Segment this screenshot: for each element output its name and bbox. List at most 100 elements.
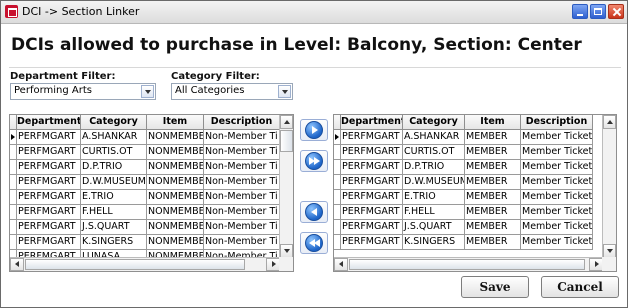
maximize-button[interactable]	[590, 4, 606, 19]
add-all-button[interactable]	[300, 150, 328, 172]
row-header[interactable]	[10, 145, 17, 160]
column-header-description[interactable]: Description	[204, 115, 280, 130]
column-header-category[interactable]: Category	[81, 115, 147, 130]
chevron-down-icon[interactable]	[278, 85, 291, 98]
cell-description[interactable]: Member Ticket	[521, 175, 593, 190]
scroll-right-icon[interactable]	[266, 258, 280, 271]
table-row[interactable]: PERFMGART A.SHANKAR MEMBER Member Ticket	[334, 130, 593, 145]
scroll-up-icon[interactable]	[603, 115, 616, 129]
cell-category[interactable]: J.S.QUART	[403, 220, 465, 235]
cell-category[interactable]: CURTIS.OT	[81, 145, 147, 160]
cell-category[interactable]: CURTIS.OT	[403, 145, 465, 160]
chevron-down-icon[interactable]	[141, 85, 154, 98]
cell-department[interactable]: PERFMGART	[341, 145, 403, 160]
scroll-down-icon[interactable]	[280, 244, 293, 258]
cell-category[interactable]: D.P.TRIO	[403, 160, 465, 175]
cell-department[interactable]: PERFMGART	[17, 130, 81, 145]
cell-description[interactable]: Member Ticket	[521, 160, 593, 175]
cell-item[interactable]: NONMEMBER	[147, 175, 204, 190]
title-bar[interactable]: DCI -> Section Linker	[1, 1, 627, 24]
cell-description[interactable]: Non-Member Ti	[204, 220, 280, 235]
cell-department[interactable]: PERFMGART	[341, 190, 403, 205]
row-header[interactable]	[334, 130, 341, 145]
minimize-button[interactable]	[572, 4, 588, 19]
cell-category[interactable]: A.SHANKAR	[403, 130, 465, 145]
table-row[interactable]: PERFMGARTCURTIS.OTNONMEMBERNon-Member Ti	[10, 145, 280, 160]
cell-description[interactable]: Non-Member Ti	[204, 130, 280, 145]
table-row[interactable]: PERFMGARTA.SHANKARNONMEMBERNon-Member Ti	[10, 130, 280, 145]
horizontal-scrollbar[interactable]	[334, 257, 603, 271]
cell-department[interactable]: PERFMGART	[17, 220, 81, 235]
cell-department[interactable]: PERFMGART	[17, 205, 81, 220]
horizontal-scroll-thumb[interactable]	[25, 259, 245, 270]
scroll-left-icon[interactable]	[334, 258, 348, 271]
row-header[interactable]	[334, 190, 341, 205]
row-header[interactable]	[10, 175, 17, 190]
available-dci-grid[interactable]: Department Category Item Description PER…	[9, 114, 294, 272]
horizontal-scrollbar[interactable]	[10, 257, 280, 271]
row-header[interactable]	[10, 205, 17, 220]
cell-department[interactable]: PERFMGART	[341, 130, 403, 145]
table-row[interactable]: PERFMGARTK.SINGERSNONMEMBERNon-Member Ti	[10, 235, 280, 250]
cell-item[interactable]: MEMBER	[465, 235, 521, 250]
cell-item[interactable]: MEMBER	[465, 190, 521, 205]
cell-category[interactable]: F.HELL	[81, 205, 147, 220]
cell-category[interactable]: E.TRIO	[81, 190, 147, 205]
cell-description[interactable]: Member Ticket	[521, 205, 593, 220]
cell-department[interactable]: PERFMGART	[341, 160, 403, 175]
row-header[interactable]	[10, 220, 17, 235]
cell-item[interactable]: MEMBER	[465, 160, 521, 175]
cell-description[interactable]: Non-Member Ti	[204, 205, 280, 220]
table-row[interactable]: PERFMGART D.P.TRIO MEMBER Member Ticket	[334, 160, 593, 175]
cell-item[interactable]: NONMEMBER	[147, 145, 204, 160]
table-row[interactable]: PERFMGART J.S.QUART MEMBER Member Ticket	[334, 220, 593, 235]
cell-category[interactable]: A.SHANKAR	[81, 130, 147, 145]
cell-description[interactable]: Member Ticket	[521, 130, 593, 145]
cell-department[interactable]: PERFMGART	[17, 175, 81, 190]
table-row[interactable]: PERFMGARTD.W.MUSEUMNONMEMBERNon-Member T…	[10, 175, 280, 190]
table-row[interactable]: PERFMGARTE.TRIONONMEMBERNon-Member Ti	[10, 190, 280, 205]
cell-category[interactable]: E.TRIO	[403, 190, 465, 205]
row-header[interactable]	[334, 205, 341, 220]
row-header[interactable]	[10, 160, 17, 175]
cell-description[interactable]: Member Ticket	[521, 235, 593, 250]
cell-department[interactable]: PERFMGART	[341, 175, 403, 190]
cell-item[interactable]: MEMBER	[465, 220, 521, 235]
table-row[interactable]: PERFMGARTJ.S.QUARTNONMEMBERNon-Member Ti	[10, 220, 280, 235]
scroll-right-icon[interactable]	[589, 258, 603, 271]
cell-item[interactable]: MEMBER	[465, 205, 521, 220]
cell-department[interactable]: PERFMGART	[341, 235, 403, 250]
table-row[interactable]: PERFMGART CURTIS.OT MEMBER Member Ticket	[334, 145, 593, 160]
add-selected-button[interactable]	[300, 119, 328, 141]
department-filter-select[interactable]: Performing Arts	[10, 83, 156, 100]
horizontal-scroll-thumb[interactable]	[349, 259, 585, 270]
table-row[interactable]: PERFMGARTF.HELLNONMEMBERNon-Member Ti	[10, 205, 280, 220]
cell-category[interactable]: J.S.QUART	[81, 220, 147, 235]
cell-department[interactable]: PERFMGART	[17, 190, 81, 205]
row-header[interactable]	[334, 145, 341, 160]
cell-description[interactable]: Non-Member Ti	[204, 145, 280, 160]
column-header-item[interactable]: Item	[147, 115, 204, 130]
vertical-scrollbar[interactable]	[602, 115, 616, 258]
cell-description[interactable]: Member Ticket	[521, 220, 593, 235]
cell-category[interactable]: K.SINGERS	[403, 235, 465, 250]
scroll-down-icon[interactable]	[603, 244, 616, 258]
cell-department[interactable]: PERFMGART	[341, 220, 403, 235]
cell-category[interactable]: K.SINGERS	[81, 235, 147, 250]
column-header-category[interactable]: Category	[403, 115, 465, 130]
table-row[interactable]: PERFMGART D.W.MUSEUM MEMBER Member Ticket	[334, 175, 593, 190]
row-header[interactable]	[10, 190, 17, 205]
column-header-department[interactable]: Department	[341, 115, 403, 130]
cell-item[interactable]: NONMEMBER	[147, 235, 204, 250]
category-filter-select[interactable]: All Categories	[171, 83, 293, 100]
cell-department[interactable]: PERFMGART	[341, 205, 403, 220]
table-row[interactable]: PERFMGARTD.P.TRIONONMEMBERNon-Member Ti	[10, 160, 280, 175]
scroll-up-icon[interactable]	[280, 115, 293, 129]
cell-item[interactable]: MEMBER	[465, 175, 521, 190]
scroll-left-icon[interactable]	[10, 258, 24, 271]
cancel-button[interactable]: Cancel	[541, 276, 619, 298]
remove-selected-button[interactable]	[300, 201, 328, 223]
cell-description[interactable]: Member Ticket	[521, 145, 593, 160]
cell-department[interactable]: PERFMGART	[17, 235, 81, 250]
cell-description[interactable]: Non-Member Ti	[204, 235, 280, 250]
